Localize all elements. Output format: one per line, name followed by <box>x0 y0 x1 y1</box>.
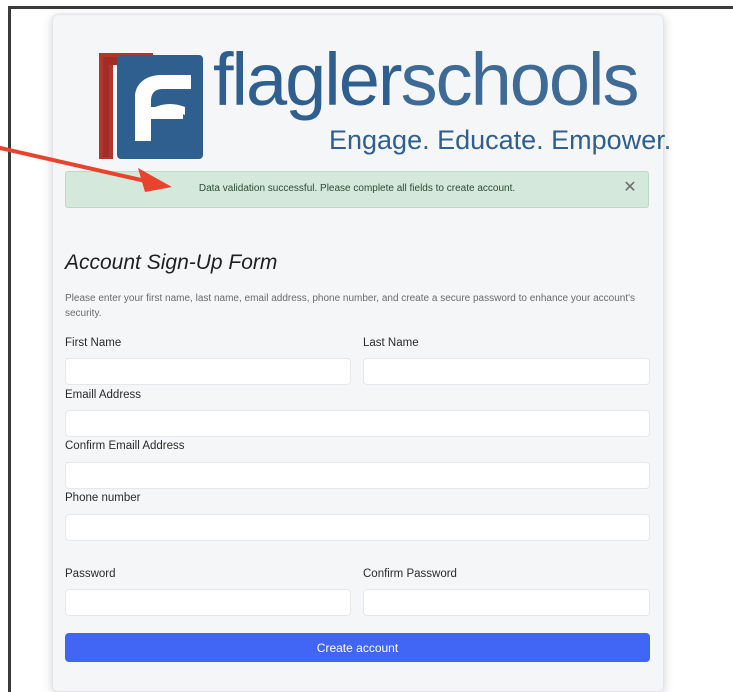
signup-card: flaglerschools Engage. Educate. Empower.… <box>52 14 671 692</box>
first-name-input[interactable] <box>65 358 351 385</box>
create-account-button[interactable]: Create account <box>65 633 650 662</box>
logo-wordmark: flaglerschools <box>213 43 639 117</box>
phone-label: Phone number <box>65 492 141 504</box>
confirm-email-input[interactable] <box>65 462 650 489</box>
confirm-password-label: Confirm Password <box>363 568 457 580</box>
flagler-schools-logo: flaglerschools Engage. Educate. Empower. <box>93 43 671 179</box>
email-label: Emaill Address <box>65 389 142 401</box>
first-name-label: First Name <box>65 337 122 349</box>
last-name-label: Last Name <box>363 337 419 349</box>
logo-tagline: Engage. Educate. Empower. <box>329 125 672 155</box>
password-label: Password <box>65 568 116 580</box>
form-description: Please enter your first name, last name,… <box>65 293 636 319</box>
close-icon[interactable]: ✕ <box>622 180 638 196</box>
logo-word-schools: schools <box>400 38 640 121</box>
logo-mark-icon <box>99 53 203 159</box>
frame-border-left <box>8 6 11 692</box>
success-alert: Data validation successful. Please compl… <box>65 171 649 208</box>
phone-input[interactable] <box>65 514 650 541</box>
password-input[interactable] <box>65 589 351 616</box>
frame-border-top <box>8 6 733 9</box>
email-input[interactable] <box>65 410 650 437</box>
logo-word-flagler: flagler <box>213 38 403 121</box>
form-title: Account Sign-Up Form <box>65 251 278 274</box>
last-name-input[interactable] <box>363 358 650 385</box>
alert-message: Data validation successful. Please compl… <box>198 183 516 194</box>
confirm-email-label: Confirm Emaill Address <box>65 440 185 452</box>
confirm-password-input[interactable] <box>363 589 650 616</box>
